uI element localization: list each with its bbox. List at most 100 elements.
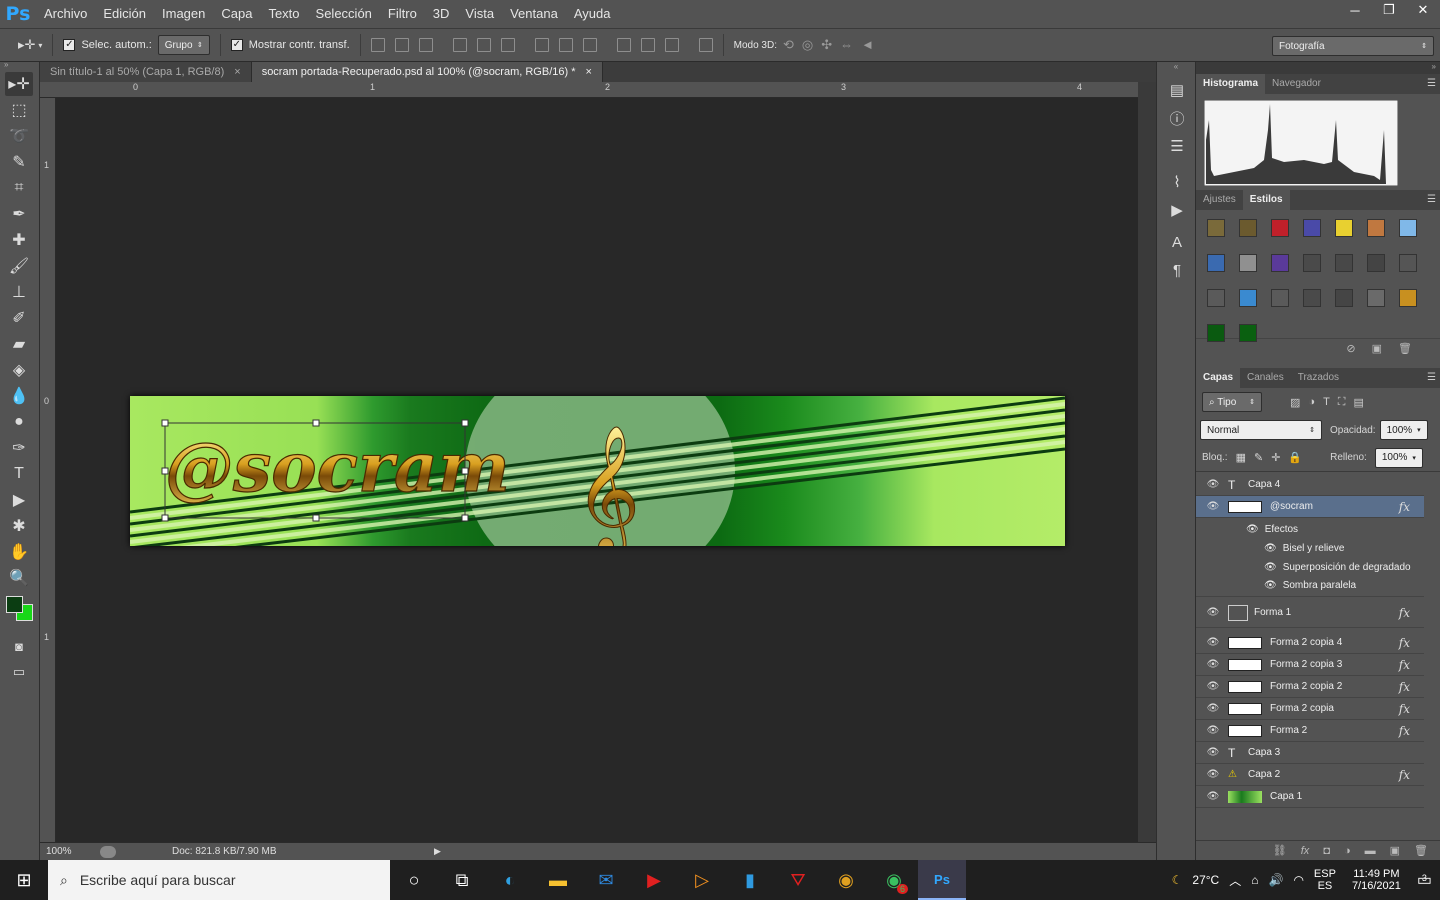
effect-eye-icon[interactable]: 👁 [1264,580,1277,591]
menu-item-imagen[interactable]: Imagen [154,0,213,28]
layer-row[interactable]: 👁 Forma 2 fx [1196,720,1424,742]
fx-icon[interactable]: fx [1399,702,1410,716]
eraser-tool-icon[interactable]: ▰ [5,332,33,356]
tab-channels[interactable]: Canales [1240,368,1291,388]
move-tool-preset-icon[interactable]: ▸✛ ▾ [18,37,42,53]
tab-close-icon[interactable]: × [234,66,240,78]
fx-icon[interactable]: fx [1399,724,1410,738]
style-swatch[interactable] [1239,219,1257,237]
mail-icon[interactable]: ✉ [582,860,630,900]
style-swatch[interactable] [1207,289,1225,307]
link-layers-icon[interactable]: ⛓ [1273,844,1287,857]
align-left-icon[interactable] [452,38,467,52]
fx-icon[interactable]: fx [1399,768,1410,782]
style-swatch[interactable] [1207,324,1225,342]
tab-document-2[interactable]: socram portada-Recuperado.psd al 100% (@… [251,62,603,82]
clock[interactable]: 11:49 PM 7/16/2021 [1352,868,1401,892]
panel-menu-icon[interactable]: ☰ [1427,194,1436,205]
lock-all-icon[interactable]: 🔒 [1288,451,1302,464]
style-swatch[interactable] [1239,289,1257,307]
align-vcenter-icon[interactable] [394,38,409,52]
visibility-eye-icon[interactable]: 👁 [1206,607,1220,618]
distribute-top-icon[interactable] [534,38,549,52]
tab-close-icon[interactable]: × [586,66,592,78]
fill-input[interactable]: 100% ▾ [1374,447,1423,468]
zoom-tool-icon[interactable]: 🔍 [5,566,33,590]
vertical-scrollbar[interactable] [1138,82,1156,842]
layer-comps-icon[interactable]: ☰ [1162,134,1192,158]
notifications-icon[interactable]: ▭ 3 [1417,870,1432,890]
fx-icon[interactable]: fx [1399,500,1410,514]
fx-icon[interactable]: fx [1399,606,1410,620]
show-transform-checkbox[interactable]: ✓ [230,39,243,51]
new-layer-icon[interactable]: ▣ [1390,844,1400,857]
show-hidden-icons-icon[interactable]: ︿ [1229,872,1241,889]
menu-item-selecci-n[interactable]: Selección [308,0,380,28]
brush-tool-icon[interactable]: 🖌 [5,254,33,278]
history-brush-tool-icon[interactable]: ✐ [5,306,33,330]
actions-play-icon[interactable]: ▶ [1162,198,1192,222]
layer-row[interactable]: 👁 ⚠ Capa 2 fx [1196,764,1424,786]
filter-adjustment-icon[interactable]: ◑ [1308,396,1315,408]
chrome-profile-icon[interactable]: ◉ 6 [870,860,918,900]
scale-3d-icon[interactable]: ◄ [861,37,874,53]
visibility-eye-icon[interactable]: 👁 [1206,791,1220,802]
edge-icon[interactable]: ◐ [486,860,534,900]
align-hcenter-icon[interactable] [476,38,491,52]
visibility-eye-icon[interactable]: 👁 [1206,681,1220,692]
layer-filter-dropdown[interactable]: ⌕ Tipo ⇕ [1202,392,1262,412]
delete-layer-icon[interactable]: 🗑 [1414,844,1428,857]
auto-select-checkbox[interactable]: ✓ [63,39,76,51]
wifi-icon[interactable]: ◠ [1293,873,1303,887]
fx-icon[interactable]: fx [1399,636,1410,650]
crop-tool-icon[interactable]: ⌗ [5,176,33,200]
tab-adjustments[interactable]: Ajustes [1196,190,1243,210]
style-swatch[interactable] [1239,324,1257,342]
network-icon[interactable]: ⌂ [1251,873,1258,887]
style-swatch[interactable] [1367,254,1385,272]
style-swatch[interactable] [1271,254,1289,272]
align-top-icon[interactable] [370,38,385,52]
blend-mode-dropdown[interactable]: Normal ⇕ [1200,420,1322,440]
visibility-eye-icon[interactable]: 👁 [1206,659,1220,670]
dodge-tool-icon[interactable]: ● [5,410,33,434]
cortana-icon[interactable]: ○ [390,860,438,900]
visibility-eye-icon[interactable]: 👁 [1206,501,1220,512]
style-swatch[interactable] [1335,254,1353,272]
minimize-button[interactable]: ─ [1338,0,1372,20]
menu-item-filtro[interactable]: Filtro [380,0,425,28]
style-swatch[interactable] [1207,219,1225,237]
distribute-bottom-icon[interactable] [582,38,597,52]
align-right-icon[interactable] [500,38,515,52]
add-style-icon[interactable]: fx [1301,845,1310,857]
rotate-3d-icon[interactable]: ⟲ [783,37,794,53]
menu-item-texto[interactable]: Texto [260,0,307,28]
workspace-dropdown[interactable]: Fotografía ⇕ [1272,36,1434,56]
menu-item-archivo[interactable]: Archivo [36,0,95,28]
menu-item-edici-n[interactable]: Edición [95,0,154,28]
tab-layers[interactable]: Capas [1196,368,1241,388]
windows-start-icon[interactable]: ⊞ [0,860,48,900]
status-menu-arrow-icon[interactable]: ▶ [434,846,441,857]
menu-item-vista[interactable]: Vista [457,0,502,28]
layer-row[interactable]: 👁 Forma 2 copia fx [1196,698,1424,720]
phone-app-icon[interactable]: ▮ [726,860,774,900]
style-swatch[interactable] [1399,219,1417,237]
panel-menu-icon[interactable]: ☰ [1427,78,1436,89]
file-explorer-icon[interactable]: ▬ [534,860,582,900]
effect-eye-icon[interactable]: 👁 [1264,562,1277,573]
filter-shape-icon[interactable]: ⛶ [1338,396,1346,409]
distribute-right-icon[interactable] [664,38,679,52]
brush-presets-icon[interactable]: ⌇ [1162,170,1192,194]
layer-row[interactable]: 👁 T Capa 3 [1196,742,1424,764]
add-mask-icon[interactable]: ◘ [1323,845,1330,857]
layer-row[interactable]: 👁 Forma 2 copia 2 fx [1196,676,1424,698]
filter-type-icon[interactable]: T [1323,396,1330,408]
restore-button[interactable]: ❐ [1372,0,1406,20]
style-swatch[interactable] [1271,289,1289,307]
collapse-panels-icon[interactable]: » [1196,62,1440,74]
menu-item-3d[interactable]: 3D [425,0,458,28]
auto-align-icon[interactable] [698,38,713,52]
hand-tool-icon[interactable]: ✋ [5,540,33,564]
menu-item-capa[interactable]: Capa [213,0,260,28]
